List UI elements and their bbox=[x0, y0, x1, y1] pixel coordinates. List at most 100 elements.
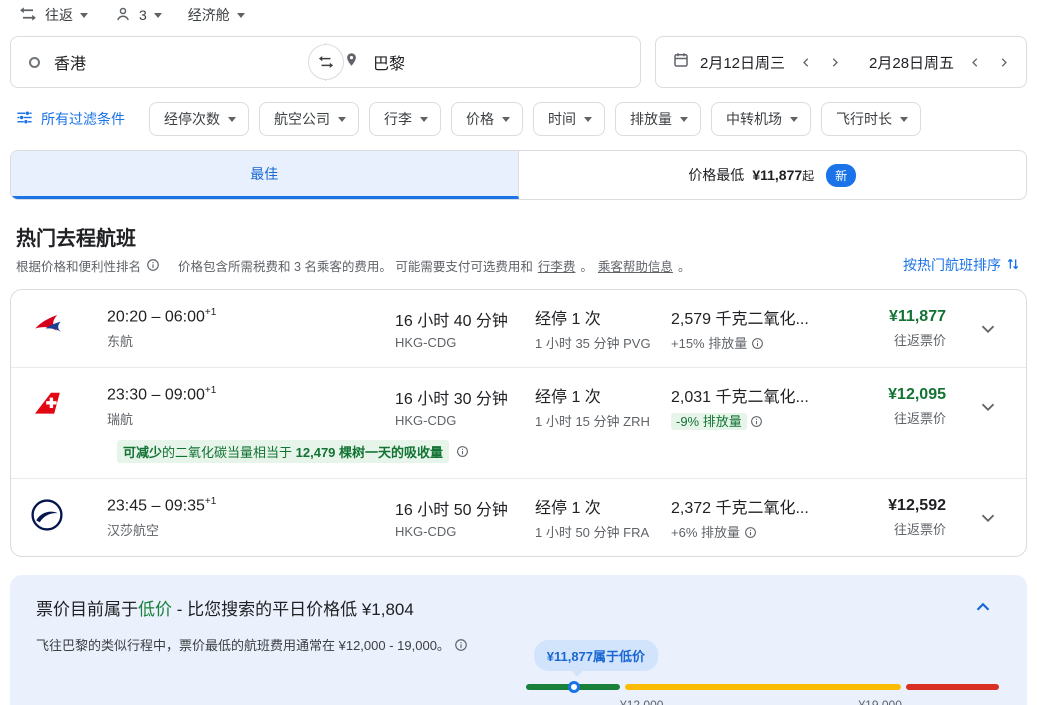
filter-chip-emissions[interactable]: 排放量 bbox=[615, 102, 701, 136]
chevron-down-icon bbox=[154, 13, 162, 18]
return-date-prev-button[interactable] bbox=[962, 49, 988, 75]
results-subheader: 根据价格和便利性排名 价格包含所需税费和 3 名乘客的费用。 可能需要支付可选费… bbox=[16, 255, 1021, 275]
range-labels: ¥12,000 ¥19,000 bbox=[526, 698, 1001, 705]
co2-amount: 2,031 千克二氧化... bbox=[671, 383, 861, 407]
flight-times: 23:30 – 09:00+1 bbox=[107, 385, 395, 404]
lufthansa-logo bbox=[29, 497, 65, 538]
filter-chip-price[interactable]: 价格 bbox=[451, 102, 523, 136]
flight-row-swiss[interactable]: 23:30 – 09:00+1 瑞航 16 小时 30 分钟 HKG-CDG 经… bbox=[11, 367, 1026, 478]
swap-icon bbox=[317, 53, 335, 71]
expand-flight-button[interactable] bbox=[960, 318, 1016, 340]
info-icon[interactable] bbox=[750, 415, 763, 428]
search-row: 香港 巴黎 2月12日周三 2月28日周五 bbox=[10, 36, 1027, 88]
flight-price: ¥12,592 bbox=[861, 497, 946, 515]
tab-best-label: 最佳 bbox=[250, 164, 278, 184]
chevron-down-icon bbox=[900, 117, 908, 122]
flight-row-lufthansa[interactable]: 23:45 – 09:35+1 汉莎航空 16 小时 50 分钟 HKG-CDG… bbox=[11, 478, 1026, 556]
airline-name: 东航 bbox=[107, 331, 395, 350]
trip-options-bar: 往返 3 经济舱 bbox=[0, 0, 1037, 30]
chip-label: 时间 bbox=[548, 109, 576, 129]
flight-times: 23:45 – 09:35+1 bbox=[107, 496, 395, 515]
info-icon[interactable] bbox=[744, 526, 757, 539]
filter-chip-bags[interactable]: 行李 bbox=[369, 102, 441, 136]
filter-chip-duration[interactable]: 飞行时长 bbox=[821, 102, 921, 136]
price-type: 往返票价 bbox=[861, 519, 946, 538]
flight-price: ¥12,095 bbox=[861, 386, 946, 404]
origin-value: 香港 bbox=[54, 50, 86, 74]
calendar-icon bbox=[672, 51, 690, 74]
chevron-down-icon bbox=[584, 117, 592, 122]
tab-cheapest[interactable]: 价格最低 ¥11,877起 新 bbox=[519, 151, 1027, 199]
stop-detail: 1 小时 50 分钟 FRA bbox=[535, 522, 671, 541]
all-filters-button[interactable]: 所有过滤条件 bbox=[16, 109, 125, 129]
info-icon[interactable] bbox=[454, 638, 468, 652]
info-icon[interactable] bbox=[751, 337, 764, 350]
return-date-next-button[interactable] bbox=[990, 49, 1016, 75]
filter-chip-stops[interactable]: 经停次数 bbox=[149, 102, 249, 136]
cabin-class-selector[interactable]: 经济舱 bbox=[188, 5, 245, 25]
current-price-marker[interactable] bbox=[568, 681, 580, 693]
passenger-count: 3 bbox=[139, 7, 147, 23]
collapse-insight-button[interactable] bbox=[965, 589, 1001, 625]
chip-label: 飞行时长 bbox=[836, 109, 892, 129]
info-icon[interactable] bbox=[456, 445, 469, 458]
depart-date-prev-button[interactable] bbox=[793, 49, 819, 75]
depart-date-next-button[interactable] bbox=[821, 49, 847, 75]
typical-price-segment bbox=[625, 684, 901, 690]
swap-locations-button[interactable] bbox=[308, 44, 344, 80]
price-history-slider: ¥11,877属于低价 ¥12,000 ¥19,000 bbox=[526, 640, 1001, 705]
airline-name: 汉莎航空 bbox=[107, 520, 395, 539]
tab-cheapest-price: ¥11,877起 bbox=[752, 167, 814, 184]
co2-amount: 2,579 千克二氧化... bbox=[671, 305, 861, 329]
section-title: 热门去程航班 bbox=[16, 222, 1021, 251]
date-inputs: 2月12日周三 2月28日周五 bbox=[655, 36, 1027, 88]
tab-best[interactable]: 最佳 bbox=[11, 151, 519, 199]
flight-row-china-eastern[interactable]: 20:20 – 06:00+1 东航 16 小时 40 分钟 HKG-CDG 经… bbox=[11, 290, 1026, 367]
range-low-label: ¥12,000 bbox=[620, 698, 663, 705]
new-badge: 新 bbox=[826, 164, 856, 187]
destination-input[interactable]: 巴黎 bbox=[326, 37, 640, 87]
range-high-label: ¥19,000 bbox=[859, 698, 902, 705]
price-type: 往返票价 bbox=[861, 330, 946, 349]
round-trip-icon bbox=[18, 4, 38, 27]
tab-cheapest-label: 价格最低 bbox=[688, 165, 744, 185]
price-insight-panel: 票价目前属于低价 - 比您搜索的平日价格低 ¥1,804 飞往巴黎的类似行程中，… bbox=[10, 575, 1027, 705]
flight-duration: 16 小时 40 分钟 bbox=[395, 307, 535, 331]
baggage-fee-link[interactable]: 行李费 bbox=[538, 256, 576, 275]
trip-type-selector[interactable]: 往返 bbox=[18, 4, 88, 27]
filter-chip-airlines[interactable]: 航空公司 bbox=[259, 102, 359, 136]
price-type: 往返票价 bbox=[861, 408, 946, 427]
flight-duration: 16 小时 50 分钟 bbox=[395, 496, 535, 520]
flight-route: HKG-CDG bbox=[395, 524, 535, 539]
chevron-down-icon bbox=[790, 117, 798, 122]
insight-title: 票价目前属于低价 - 比您搜索的平日价格低 ¥1,804 bbox=[36, 595, 1001, 620]
return-date-field[interactable]: 2月28日周五 bbox=[859, 49, 1016, 75]
depart-date-field[interactable]: 2月12日周三 bbox=[690, 49, 847, 75]
airline-name: 瑞航 bbox=[107, 409, 395, 428]
depart-date-value: 2月12日周三 bbox=[700, 52, 785, 73]
origin-input[interactable]: 香港 bbox=[11, 37, 325, 87]
destination-value: 巴黎 bbox=[373, 50, 405, 74]
note-end: 。 bbox=[678, 256, 691, 275]
chip-label: 排放量 bbox=[630, 109, 672, 129]
results-note: 根据价格和便利性排名 价格包含所需税费和 3 名乘客的费用。 可能需要支付可选费… bbox=[16, 256, 690, 275]
stop-detail: 1 小时 15 分钟 ZRH bbox=[535, 411, 671, 430]
tune-icon bbox=[16, 109, 33, 129]
location-inputs: 香港 巴黎 bbox=[10, 36, 641, 88]
expand-flight-button[interactable] bbox=[960, 507, 1016, 529]
sort-button[interactable]: 按热门航班排序 bbox=[903, 255, 1021, 275]
passenger-selector[interactable]: 3 bbox=[114, 5, 162, 26]
filter-chip-times[interactable]: 时间 bbox=[533, 102, 605, 136]
filter-chip-connecting-airports[interactable]: 中转机场 bbox=[711, 102, 811, 136]
china-eastern-logo bbox=[29, 309, 67, 348]
price-range-track bbox=[526, 684, 1001, 690]
flight-stops: 经停 1 次 bbox=[535, 305, 671, 329]
emission-note: -9% 排放量 bbox=[671, 411, 861, 430]
chip-label: 行李 bbox=[384, 109, 412, 129]
passenger-help-link[interactable]: 乘客帮助信息 bbox=[598, 256, 673, 275]
result-tabs: 最佳 价格最低 ¥11,877起 新 bbox=[10, 150, 1027, 200]
chevron-down-icon bbox=[420, 117, 428, 122]
origin-circle-icon bbox=[29, 57, 40, 68]
info-icon[interactable] bbox=[146, 258, 160, 272]
expand-flight-button[interactable] bbox=[960, 396, 1016, 418]
